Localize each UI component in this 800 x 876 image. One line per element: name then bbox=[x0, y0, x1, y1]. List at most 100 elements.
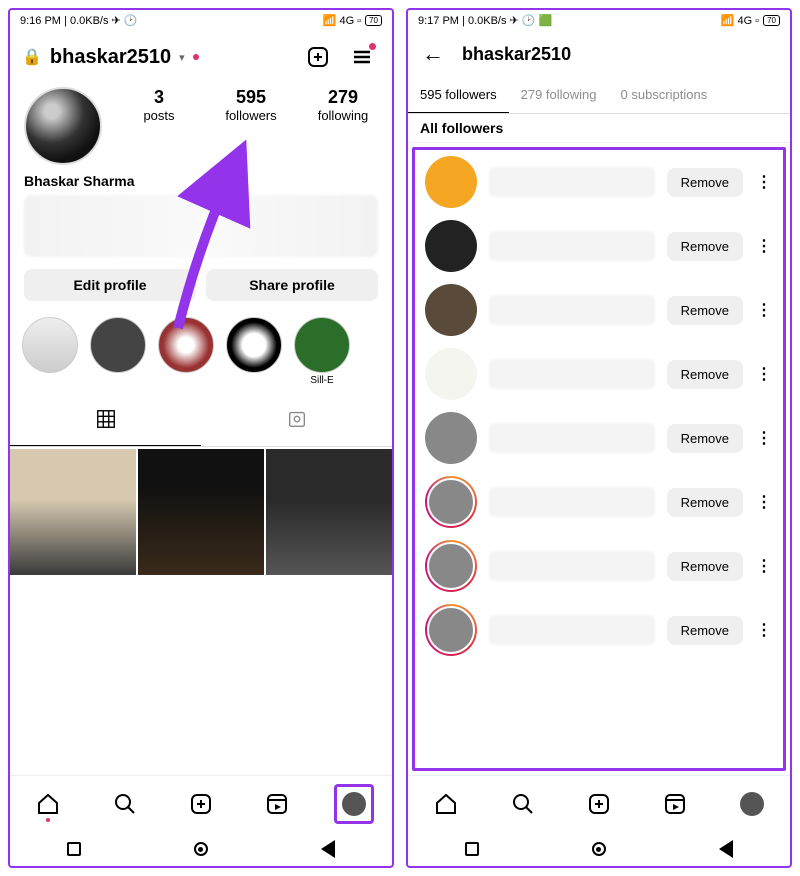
followers-header: ← bhaskar2510 bbox=[408, 31, 790, 77]
system-nav bbox=[10, 832, 392, 866]
username-switcher[interactable]: bhaskar2510 bbox=[50, 46, 171, 69]
sys-home[interactable] bbox=[194, 842, 208, 856]
follower-row: Remove ⋮ bbox=[415, 150, 783, 214]
more-icon[interactable]: ⋮ bbox=[755, 300, 773, 320]
sys-back[interactable] bbox=[719, 840, 733, 858]
menu-button[interactable] bbox=[344, 39, 380, 75]
sys-recents[interactable] bbox=[67, 842, 81, 856]
follower-row: Remove ⋮ bbox=[415, 342, 783, 406]
highlights-row[interactable]: Sill-E bbox=[10, 307, 392, 392]
create-button[interactable] bbox=[300, 39, 336, 75]
all-followers-label: All followers bbox=[408, 114, 790, 143]
follower-avatar[interactable] bbox=[425, 476, 477, 528]
stat-posts[interactable]: 3posts bbox=[124, 87, 194, 123]
follower-name-redacted bbox=[489, 615, 655, 645]
system-nav bbox=[408, 832, 790, 866]
highlight[interactable] bbox=[22, 317, 78, 386]
follower-row: Remove ⋮ bbox=[415, 534, 783, 598]
tab-following[interactable]: 279 following bbox=[509, 77, 609, 113]
sys-home[interactable] bbox=[592, 842, 606, 856]
nav-create-icon[interactable] bbox=[181, 784, 221, 824]
remove-button[interactable]: Remove bbox=[667, 360, 743, 389]
header-username: bhaskar2510 bbox=[462, 44, 571, 65]
remove-button[interactable]: Remove bbox=[667, 232, 743, 261]
tab-grid[interactable] bbox=[10, 398, 201, 446]
nav-home-icon[interactable] bbox=[28, 784, 68, 824]
status-bar: 9:16 PM | 0.0KB/s ✈ 🕑 📶 4G ▫ 70 bbox=[10, 10, 392, 31]
more-icon[interactable]: ⋮ bbox=[755, 236, 773, 256]
nav-profile-icon[interactable] bbox=[334, 784, 374, 824]
remove-button[interactable]: Remove bbox=[667, 616, 743, 645]
tab-tagged[interactable] bbox=[201, 398, 392, 446]
tab-subscriptions[interactable]: 0 subscriptions bbox=[609, 77, 720, 113]
nav-home-icon[interactable] bbox=[426, 784, 466, 824]
bottom-nav bbox=[10, 775, 392, 832]
remove-button[interactable]: Remove bbox=[667, 296, 743, 325]
follower-name-redacted bbox=[489, 231, 655, 261]
status-bar: 9:17 PM | 0.0KB/s ✈ 🕑 🟩 📶 4G ▫ 70 bbox=[408, 10, 790, 31]
more-icon[interactable]: ⋮ bbox=[755, 556, 773, 576]
more-icon[interactable]: ⋮ bbox=[755, 492, 773, 512]
follower-avatar[interactable] bbox=[425, 156, 477, 208]
remove-button[interactable]: Remove bbox=[667, 552, 743, 581]
remove-button[interactable]: Remove bbox=[667, 168, 743, 197]
follower-avatar[interactable] bbox=[425, 604, 477, 656]
back-icon[interactable]: ← bbox=[422, 41, 444, 67]
profile-tabs bbox=[10, 398, 392, 447]
screenshot-profile: 9:16 PM | 0.0KB/s ✈ 🕑 📶 4G ▫ 70 🔒 bhaska… bbox=[8, 8, 394, 868]
sys-back[interactable] bbox=[321, 840, 335, 858]
highlight[interactable] bbox=[158, 317, 214, 386]
more-icon[interactable]: ⋮ bbox=[755, 428, 773, 448]
follower-name-redacted bbox=[489, 295, 655, 325]
nav-create-icon[interactable] bbox=[579, 784, 619, 824]
highlight[interactable] bbox=[226, 317, 282, 386]
follower-row: Remove ⋮ bbox=[415, 470, 783, 534]
follower-name-redacted bbox=[489, 167, 655, 197]
follower-avatar[interactable] bbox=[425, 220, 477, 272]
nav-reels-icon[interactable] bbox=[257, 784, 297, 824]
tab-followers[interactable]: 595 followers bbox=[408, 77, 509, 113]
follower-avatar[interactable] bbox=[425, 284, 477, 336]
lock-icon: 🔒 bbox=[22, 47, 42, 67]
follower-row: Remove ⋮ bbox=[415, 278, 783, 342]
display-name: Bhaskar Sharma bbox=[10, 173, 392, 189]
chevron-down-icon[interactable]: ▾ bbox=[179, 51, 185, 64]
share-profile-button[interactable]: Share profile bbox=[206, 269, 378, 301]
follower-row: Remove ⋮ bbox=[415, 406, 783, 470]
follower-row: Remove ⋮ bbox=[415, 214, 783, 278]
nav-reels-icon[interactable] bbox=[655, 784, 695, 824]
sys-recents[interactable] bbox=[465, 842, 479, 856]
notification-dot bbox=[369, 43, 376, 50]
remove-button[interactable]: Remove bbox=[667, 488, 743, 517]
followers-tabs: 595 followers 279 following 0 subscripti… bbox=[408, 77, 790, 114]
stat-followers[interactable]: 595followers bbox=[216, 87, 286, 123]
nav-profile-icon[interactable] bbox=[732, 784, 772, 824]
screenshot-followers: 9:17 PM | 0.0KB/s ✈ 🕑 🟩 📶 4G ▫ 70 ← bhas… bbox=[406, 8, 792, 868]
avatar[interactable] bbox=[24, 87, 102, 165]
highlight[interactable] bbox=[90, 317, 146, 386]
edit-profile-button[interactable]: Edit profile bbox=[24, 269, 196, 301]
bio-redacted bbox=[24, 195, 378, 257]
profile-header: 🔒 bhaskar2510 ▾ bbox=[10, 31, 392, 83]
post-thumb[interactable] bbox=[10, 449, 136, 575]
more-icon[interactable]: ⋮ bbox=[755, 620, 773, 640]
more-icon[interactable]: ⋮ bbox=[755, 364, 773, 384]
new-activity-dot bbox=[193, 54, 199, 60]
follower-avatar[interactable] bbox=[425, 348, 477, 400]
follower-avatar[interactable] bbox=[425, 412, 477, 464]
remove-button[interactable]: Remove bbox=[667, 424, 743, 453]
highlight[interactable]: Sill-E bbox=[294, 317, 350, 386]
follower-name-redacted bbox=[489, 423, 655, 453]
nav-search-icon[interactable] bbox=[105, 784, 145, 824]
followers-list: Remove⋮ Remove⋮ Remove⋮ Remove⋮ Remove⋮ … bbox=[412, 147, 786, 771]
follower-name-redacted bbox=[489, 487, 655, 517]
follower-avatar[interactable] bbox=[425, 540, 477, 592]
post-thumb[interactable] bbox=[138, 449, 264, 575]
follower-name-redacted bbox=[489, 551, 655, 581]
more-icon[interactable]: ⋮ bbox=[755, 172, 773, 192]
post-thumb[interactable] bbox=[266, 449, 392, 575]
stat-following[interactable]: 279following bbox=[308, 87, 378, 123]
stats-row: 3posts 595followers 279following bbox=[10, 83, 392, 173]
nav-search-icon[interactable] bbox=[503, 784, 543, 824]
posts-grid bbox=[10, 447, 392, 577]
